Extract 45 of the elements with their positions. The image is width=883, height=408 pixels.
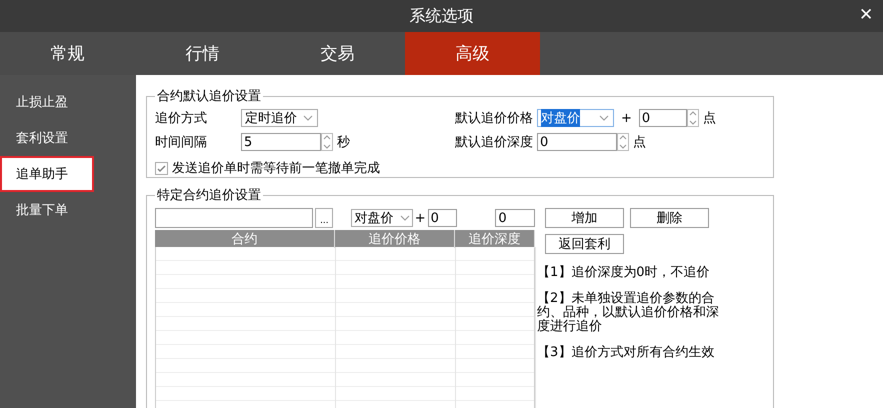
contract-field[interactable] [155, 208, 314, 228]
sidebar-item[interactable]: 套利设置 [0, 120, 136, 156]
field-label: 追价方式 [155, 110, 208, 127]
group-title: 特定合约追价设置 [156, 187, 262, 204]
field-label: 默认追价深度 [455, 134, 533, 151]
mode-dropdown[interactable]: 定时追价 [241, 109, 318, 127]
price-dropdown[interactable]: 对盘价 [351, 209, 413, 227]
browse-button[interactable]: ... [315, 208, 334, 228]
window-title: 系统选项 [410, 6, 474, 26]
note-text: 【3】追价方式对所有合约生效 [537, 346, 716, 360]
spin-button[interactable] [321, 133, 333, 151]
unit-label: 点 [633, 134, 646, 151]
tab[interactable]: 常规 [0, 32, 135, 75]
tab[interactable]: 高级 [405, 32, 540, 75]
spin-button[interactable] [617, 133, 629, 151]
close-button[interactable]: ✕ [857, 4, 875, 25]
field-label: 时间间隔 [155, 134, 208, 151]
checkbox-label: 发送追价单时需等待前一笔撤单完成 [172, 160, 380, 177]
depth-field[interactable]: 0 [537, 133, 617, 151]
field-label: 默认追价价格 [455, 110, 533, 127]
checkbox[interactable] [155, 162, 168, 174]
depth-field[interactable]: 0 [495, 209, 535, 227]
interval-field[interactable]: 5 [241, 133, 321, 151]
caret-icon [400, 215, 410, 221]
spin-button[interactable] [686, 109, 699, 127]
action-button[interactable]: 返回套利 [545, 234, 624, 254]
sidebar-item[interactable]: 追单助手 [0, 156, 94, 192]
group-title: 合约默认追价设置 [156, 88, 262, 105]
offset-field[interactable]: 0 [638, 109, 687, 127]
plus-label: + [621, 110, 632, 126]
tab[interactable]: 行情 [135, 32, 270, 75]
note-text: 【1】追价深度为0时，不追价 [537, 266, 711, 280]
price-dropdown[interactable]: 对盘价 [537, 109, 614, 127]
caret-icon [303, 115, 313, 121]
tab[interactable]: 交易 [270, 32, 405, 75]
note-text: 【2】未单独设置追价参数的合约、品种，以默认追价价格和深度进行追价 [537, 292, 720, 334]
action-button[interactable]: 删除 [630, 208, 709, 228]
plus-label: + [414, 210, 426, 226]
action-button[interactable]: 增加 [545, 208, 624, 228]
caret-icon [599, 115, 609, 121]
unit-label: 秒 [337, 134, 350, 151]
sidebar-item[interactable]: 批量下单 [0, 192, 136, 228]
sidebar-item[interactable]: 止损止盈 [0, 84, 136, 120]
unit-label: 点 [702, 110, 716, 127]
offset-field[interactable]: 0 [428, 209, 458, 227]
